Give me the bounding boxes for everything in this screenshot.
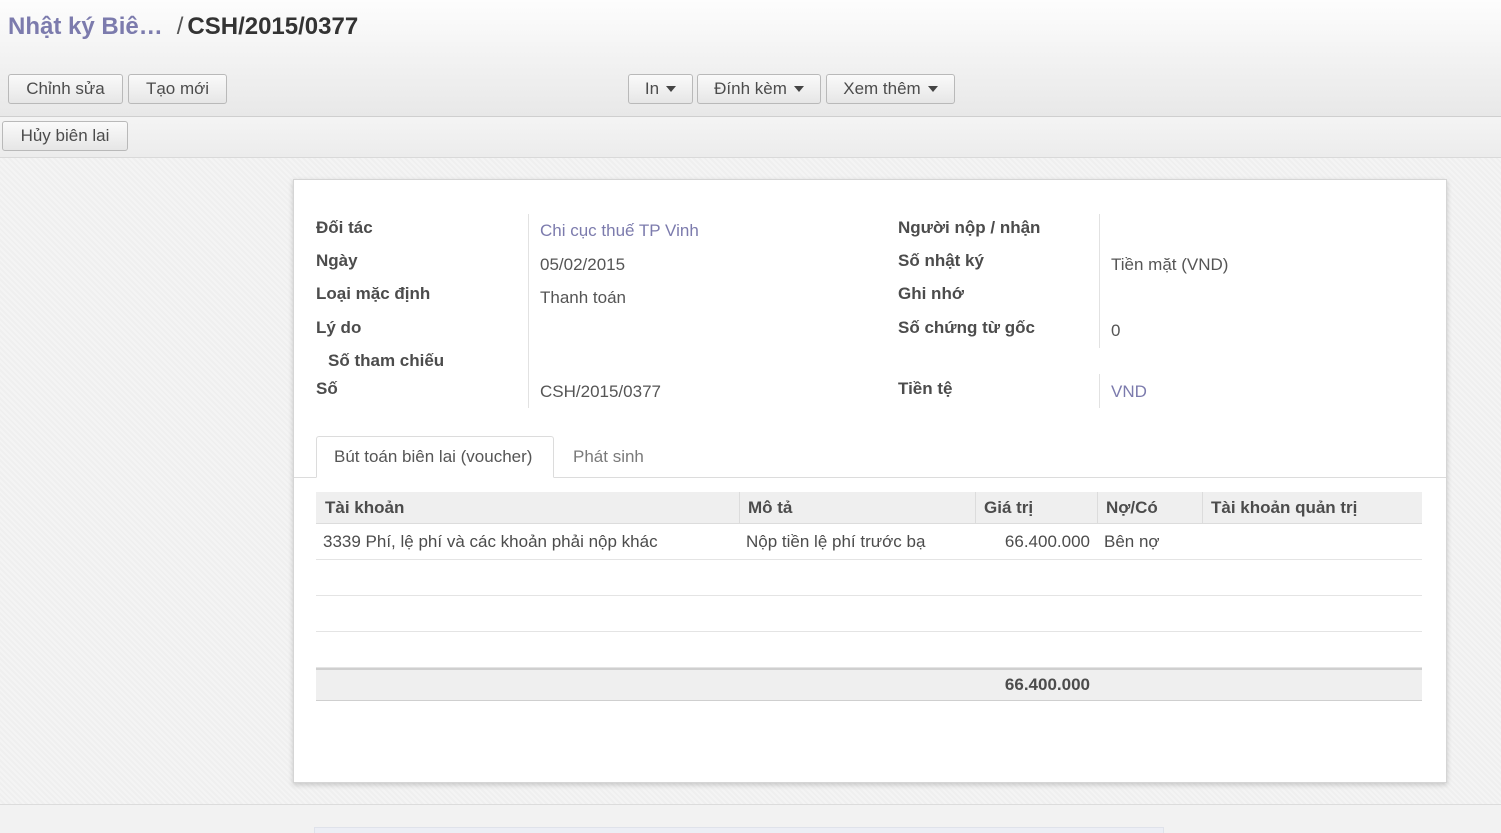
print-dropdown-label: In xyxy=(644,79,660,98)
column-description[interactable]: Mô tả xyxy=(739,492,975,523)
empty-row xyxy=(316,560,1422,596)
source-doc-label: Số chứng từ gốc xyxy=(898,318,1036,337)
payer-label: Người nộp / nhận xyxy=(898,218,1041,237)
empty-row xyxy=(316,632,1422,668)
attach-dropdown-label: Đính kèm xyxy=(714,79,787,98)
tab-journal-items[interactable]: Phát sinh xyxy=(556,436,661,478)
voucher-lines-table: Tài khoản Mô tả Giá trị Nợ/Có Tài khoản … xyxy=(316,492,1422,701)
chatter-strip xyxy=(314,827,1164,833)
attach-dropdown[interactable]: Đính kèm xyxy=(697,74,821,104)
cell-amount: 66.400.000 xyxy=(1004,531,1090,551)
empty-row xyxy=(316,596,1422,632)
column-account[interactable]: Tài khoản xyxy=(316,492,739,523)
cell-debit-credit: Bên nợ xyxy=(1104,531,1160,551)
tab-voucher-lines-label: Bút toán biên lai (voucher) xyxy=(334,447,533,466)
default-type-label: Loại mặc định xyxy=(316,284,431,303)
status-bar: Hủy biên lai xyxy=(0,117,1501,158)
number-value: CSH/2015/0377 xyxy=(540,382,661,401)
create-button-label: Tạo mới xyxy=(145,79,210,98)
cell-description: Nộp tiền lệ phí trước bạ xyxy=(746,531,926,551)
caret-down-icon xyxy=(793,86,804,92)
edit-button[interactable]: Chỉnh sửa xyxy=(8,74,123,104)
cancel-voucher-label: Hủy biên lai xyxy=(20,126,110,145)
memo-label: Ghi nhớ xyxy=(898,284,964,303)
partner-label: Đối tác xyxy=(316,218,373,237)
tab-voucher-lines[interactable]: Bút toán biên lai (voucher) xyxy=(316,436,554,478)
breadcrumb-current: CSH/2015/0377 xyxy=(187,13,359,40)
source-doc-value: 0 xyxy=(1111,321,1121,340)
caret-down-icon xyxy=(927,86,938,92)
reference-label: Số tham chiếu xyxy=(328,351,445,370)
caret-down-icon xyxy=(666,86,677,92)
more-dropdown[interactable]: Xem thêm xyxy=(826,74,955,104)
create-button[interactable]: Tạo mới xyxy=(128,74,227,104)
column-amount[interactable]: Giá trị xyxy=(975,492,1097,523)
table-row[interactable]: 3339 Phí, lệ phí và các khoản phải nộp k… xyxy=(316,524,1422,560)
breadcrumb: Nhật ký Biê… / CSH/2015/0377 xyxy=(8,13,358,41)
left-group-divider xyxy=(528,214,529,408)
print-dropdown[interactable]: In xyxy=(628,74,693,104)
date-value: 05/02/2015 xyxy=(540,255,626,274)
journal-value: Tiền mặt (VND) xyxy=(1111,255,1229,274)
currency-label: Tiền tệ xyxy=(898,379,953,398)
reason-label: Lý do xyxy=(316,318,362,337)
currency-value-link[interactable]: VND xyxy=(1111,382,1147,402)
journal-label: Số nhật ký xyxy=(898,251,984,270)
form-sheet: Đối tác Chi cục thuế TP Vinh Ngày 05/02/… xyxy=(293,179,1447,783)
cell-account: 3339 Phí, lệ phí và các khoản phải nộp k… xyxy=(323,531,658,551)
breadcrumb-separator: / xyxy=(176,13,184,40)
control-panel: Nhật ký Biê… / CSH/2015/0377 Chỉnh sửa Tạo… xyxy=(0,0,1501,117)
right-group-divider-top xyxy=(1099,214,1100,348)
column-debit-credit[interactable]: Nợ/Có xyxy=(1097,492,1202,523)
cell-analytic-account xyxy=(1202,524,1422,559)
date-label: Ngày xyxy=(316,251,358,270)
column-analytic-account[interactable]: Tài khoản quản trị xyxy=(1202,492,1422,523)
tab-journal-items-label: Phát sinh xyxy=(573,447,644,466)
table-total-row: 66.400.000 xyxy=(316,668,1422,701)
breadcrumb-parent-link[interactable]: Nhật ký Biê… xyxy=(8,13,163,40)
default-type-value: Thanh toán xyxy=(540,288,627,307)
total-amount: 66.400.000 xyxy=(1004,675,1090,694)
number-label: Số xyxy=(316,379,338,398)
right-group-divider-bottom xyxy=(1099,374,1100,408)
edit-button-label: Chỉnh sửa xyxy=(26,79,105,98)
partner-value-link[interactable]: Chi cục thuế TP Vinh xyxy=(540,221,699,241)
table-header: Tài khoản Mô tả Giá trị Nợ/Có Tài khoản … xyxy=(316,492,1422,524)
more-dropdown-label: Xem thêm xyxy=(843,79,921,98)
cancel-voucher-button[interactable]: Hủy biên lai xyxy=(2,121,128,151)
